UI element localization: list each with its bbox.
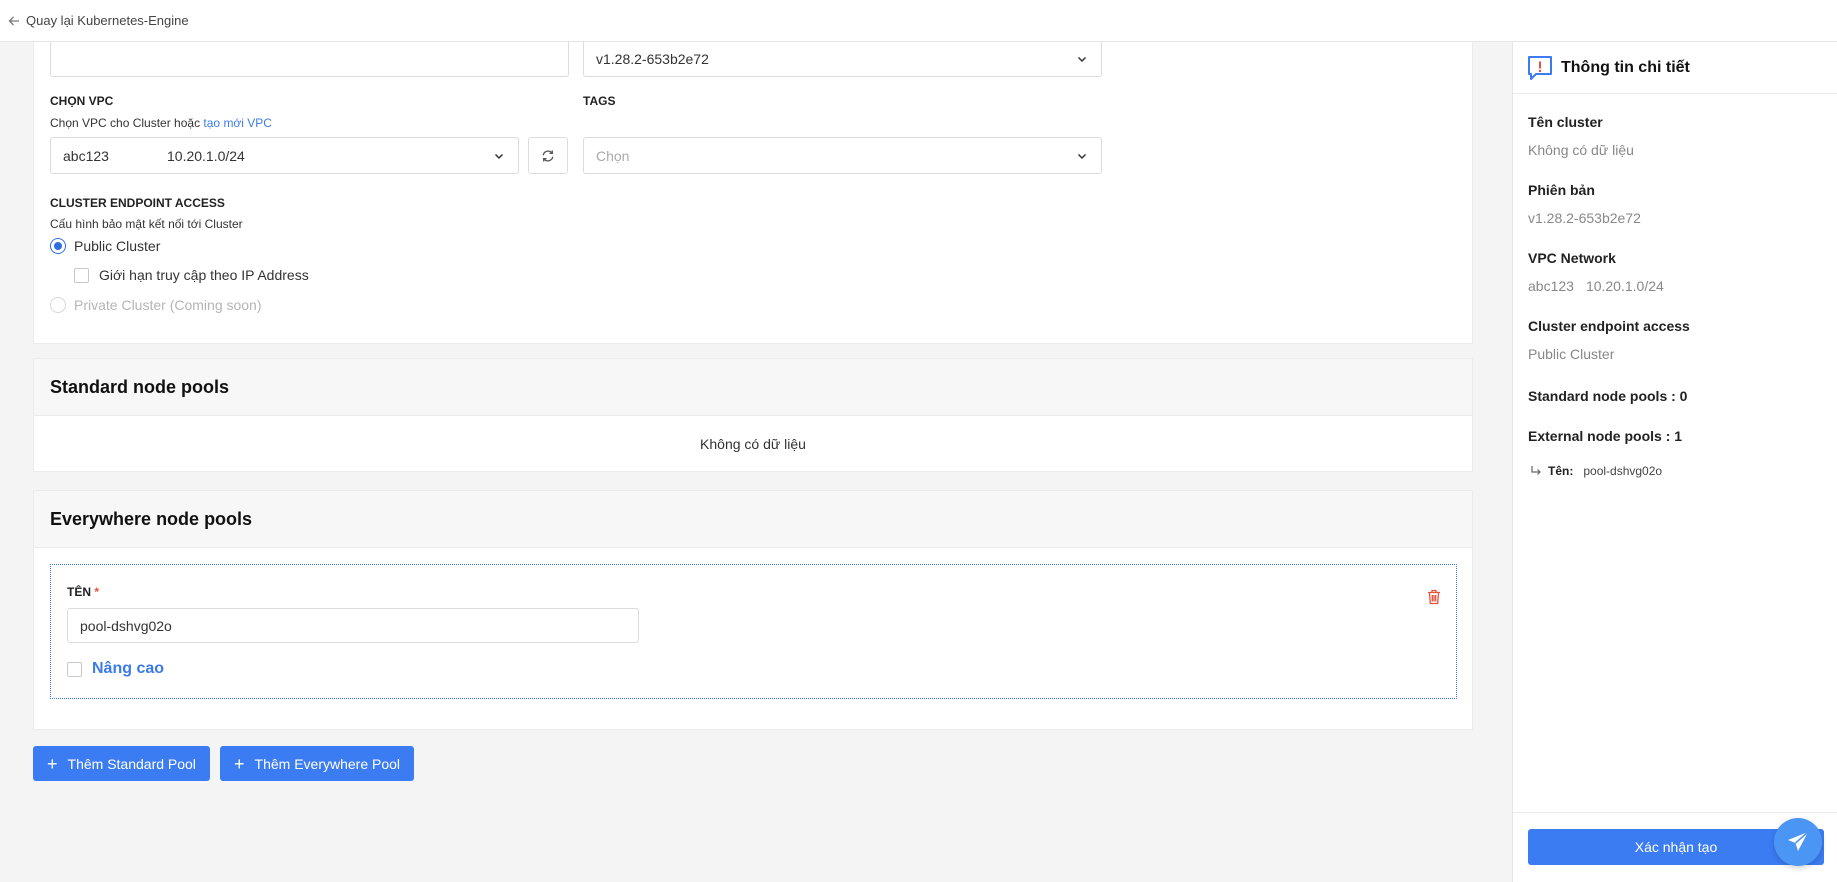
- pool-name-label: TÊN *: [67, 585, 99, 599]
- vpc-cidr: 10.20.1.0/24: [1585, 278, 1664, 294]
- cluster-config-card: v1.28.2-653b2e72 CHỌN VPC Chọn VPC cho C…: [33, 40, 1473, 344]
- add-everywhere-pool-label: Thêm Everywhere Pool: [254, 755, 401, 772]
- send-feedback-button[interactable]: [1774, 818, 1822, 866]
- vpc-key: VPC Network: [1528, 250, 1616, 266]
- subdirectory-arrow-icon: [1531, 466, 1541, 475]
- advanced-label: Nâng cao: [92, 660, 165, 677]
- delete-pool-button[interactable]: [1427, 589, 1441, 610]
- endpoint-label: CLUSTER ENDPOINT ACCESS: [50, 196, 225, 210]
- arrow-left-icon: [8, 16, 19, 25]
- back-link[interactable]: Quay lại Kubernetes-Engine: [8, 13, 189, 28]
- vpc-label: CHỌN VPC: [50, 94, 114, 108]
- checkbox-box: [67, 661, 82, 677]
- add-standard-pool-button[interactable]: + Thêm Standard Pool: [33, 746, 210, 781]
- info-alert-icon: [1528, 55, 1552, 80]
- refresh-vpc-button[interactable]: [528, 137, 568, 174]
- endpoint-help: Cấu hình bảo mật kết nối tới Cluster: [50, 217, 243, 231]
- main-content: v1.28.2-653b2e72 CHỌN VPC Chọn VPC cho C…: [0, 40, 1510, 882]
- vpc-name: abc123: [1528, 278, 1574, 294]
- endpoint-key: Cluster endpoint access: [1528, 318, 1690, 334]
- pool-summary-row: Tên: pool-dshvg02o: [1530, 464, 1662, 478]
- everywhere-pools-title: Everywhere node pools: [34, 491, 1472, 548]
- trash-icon: [1428, 589, 1440, 605]
- add-everywhere-pool-button[interactable]: + Thêm Everywhere Pool: [220, 746, 415, 781]
- detail-sidebar: Thông tin chi tiết Tên cluster Không có …: [1512, 42, 1837, 882]
- vpc-select[interactable]: abc123 10.20.1.0/24: [50, 137, 519, 174]
- sidebar-title: Thông tin chi tiết: [1561, 58, 1690, 76]
- public-cluster-radio[interactable]: Public Cluster: [50, 238, 160, 254]
- back-link-label: Quay lại Kubernetes-Engine: [26, 13, 189, 28]
- vpc-help-text: Chọn VPC cho Cluster hoặc: [50, 116, 204, 130]
- private-cluster-label: Private Cluster (Coming soon): [74, 297, 262, 313]
- pool-summary-value: pool-dshvg02o: [1583, 464, 1663, 478]
- checkbox-box: [74, 267, 89, 283]
- top-bar: Quay lại Kubernetes-Engine: [0, 0, 1837, 42]
- everywhere-pools-card: Everywhere node pools TÊN * pool-dshvg02…: [33, 490, 1473, 730]
- chevron-down-icon: [1077, 56, 1087, 63]
- radio-indicator: [50, 297, 66, 313]
- radio-selected-indicator: [50, 238, 66, 254]
- external-pools-count: External node pools : 1: [1528, 428, 1683, 444]
- vpc-select-name: abc123: [63, 147, 109, 164]
- cluster-name-key: Tên cluster: [1528, 114, 1603, 130]
- plus-icon: +: [47, 753, 58, 774]
- required-mark: *: [94, 585, 100, 599]
- restrict-ip-label: Giới hạn truy cập theo IP Address: [99, 267, 309, 283]
- standard-pools-empty: Không có dữ liệu: [700, 436, 806, 452]
- tags-placeholder: Chọn: [596, 147, 630, 164]
- version-value: v1.28.2-653b2e72: [1528, 210, 1641, 226]
- chevron-down-icon: [1077, 153, 1087, 160]
- vpc-select-cidr: 10.20.1.0/24: [167, 147, 245, 164]
- private-cluster-radio[interactable]: Private Cluster (Coming soon): [50, 297, 262, 313]
- pool-name-label-text: TÊN: [67, 585, 91, 599]
- tags-label: TAGS: [583, 94, 616, 108]
- create-vpc-link[interactable]: tạo mới VPC: [203, 116, 272, 130]
- advanced-checkbox[interactable]: Nâng cao: [67, 660, 164, 678]
- tags-select[interactable]: Chọn: [583, 137, 1102, 174]
- vpc-value: abc123 10.20.1.0/24: [1528, 278, 1664, 294]
- cluster-name-value: Không có dữ liệu: [1528, 142, 1634, 158]
- public-cluster-label: Public Cluster: [74, 238, 161, 254]
- add-standard-pool-label: Thêm Standard Pool: [67, 755, 196, 772]
- paper-plane-icon: [1788, 831, 1809, 851]
- version-select[interactable]: v1.28.2-653b2e72: [583, 40, 1102, 77]
- pool-name-input[interactable]: pool-dshvg02o: [67, 608, 639, 643]
- vpc-help: Chọn VPC cho Cluster hoặc tạo mới VPC: [50, 116, 272, 130]
- pool-summary-key: Tên:: [1548, 464, 1574, 478]
- refresh-icon: [542, 150, 554, 161]
- plus-icon: +: [234, 753, 245, 774]
- sidebar-header: Thông tin chi tiết: [1513, 42, 1837, 94]
- version-key: Phiên bản: [1528, 182, 1595, 198]
- chevron-down-icon: [494, 153, 504, 160]
- pool-name-value: pool-dshvg02o: [80, 617, 172, 634]
- standard-pools-card: Standard node pools Không có dữ liệu: [33, 358, 1473, 472]
- version-select-value: v1.28.2-653b2e72: [596, 50, 709, 67]
- restrict-ip-checkbox[interactable]: Giới hạn truy cập theo IP Address: [74, 267, 309, 283]
- cluster-name-input[interactable]: [50, 40, 569, 77]
- standard-pools-title: Standard node pools: [34, 359, 1472, 416]
- standard-pools-count: Standard node pools : 0: [1528, 388, 1688, 404]
- endpoint-value: Public Cluster: [1528, 346, 1615, 362]
- pool-item: TÊN * pool-dshvg02o Nâng cao: [50, 564, 1457, 699]
